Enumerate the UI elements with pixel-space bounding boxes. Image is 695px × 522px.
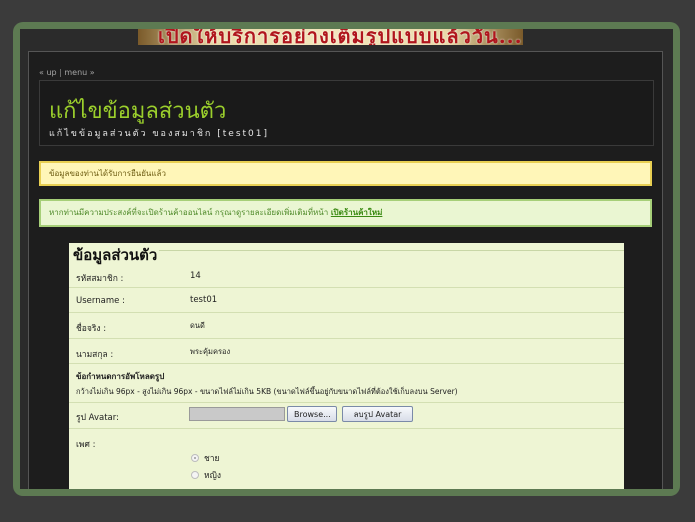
firstname-row: ชื่อจริง : ดนดี — [69, 313, 624, 339]
banner-text: เปิดให้บริการอย่างเต็มรูปแบบแล้ววัน... — [158, 29, 523, 45]
gender-male-radio[interactable] — [191, 454, 199, 462]
member-id-row: รหัสสมาชิก : 14 — [69, 263, 624, 288]
main-content: « up | menu » แก้ไขข้อมูลส่วนตัว แก้ไขข้… — [28, 51, 663, 489]
member-id-value: 14 — [190, 271, 201, 281]
avatar-file-input[interactable] — [189, 407, 285, 421]
upload-note-title: ข้อกำหนดการอัพโหลดรูป — [76, 372, 165, 381]
browse-button[interactable]: Browse... — [287, 406, 337, 422]
page-subtitle: แก้ไขข้อมูลส่วนตัว ของสมาชิก [test01] — [49, 129, 270, 139]
member-id-label: รหัสสมาชิก : — [76, 274, 124, 284]
gender-female-radio[interactable] — [191, 471, 199, 479]
delete-avatar-button[interactable]: ลบรูป Avatar — [342, 406, 413, 422]
lastname-value: พระคุ้มครอง — [190, 347, 231, 356]
top-nav: « up | menu » — [39, 68, 95, 77]
gender-female-label: หญิง — [204, 471, 221, 481]
avatar-row: รูป Avatar: Browse... ลบรูป Avatar — [69, 403, 624, 429]
window-frame: เปิดให้บริการอย่างเต็มรูปแบบแล้ววัน... «… — [13, 22, 680, 496]
lastname-row: นามสกุล : พระคุ้มครอง — [69, 339, 624, 364]
confirmation-notice: ข้อมูลของท่านได้รับการยืนยันแล้ว — [39, 161, 652, 186]
username-row: Username : test01 — [69, 288, 624, 313]
gender-male-label: ชาย — [204, 454, 220, 464]
profile-form: ข้อมูลส่วนตัว รหัสสมาชิก : 14 Username :… — [69, 243, 624, 489]
confirmation-text: ข้อมูลของท่านได้รับการยืนยันแล้ว — [49, 169, 166, 178]
nav-separator: | — [59, 68, 62, 77]
firstname-label: ชื่อจริง : — [76, 324, 107, 334]
page-header: แก้ไขข้อมูลส่วนตัว แก้ไขข้อมูลส่วนตัว ขอ… — [39, 80, 654, 146]
page-title: แก้ไขข้อมูลส่วนตัว — [49, 99, 227, 124]
page-container: เปิดให้บริการอย่างเต็มรูปแบบแล้ววัน... «… — [20, 29, 673, 489]
lastname-label: นามสกุล : — [76, 350, 114, 360]
gender-row: เพศ : ชาย หญิง — [69, 429, 624, 489]
fieldset-border — [156, 250, 624, 251]
nav-up-link[interactable]: « up — [39, 68, 57, 77]
firstname-value: ดนดี — [190, 321, 205, 330]
username-value: test01 — [190, 295, 218, 305]
username-label: Username : — [76, 296, 125, 306]
upload-note-text: กว้างไม่เกิน 96px - สูงไม่เกิน 96px - ขน… — [76, 387, 458, 396]
open-shop-text: หากท่านมีความประสงค์ที่จะเปิดร้านค้าออนไ… — [49, 208, 331, 217]
open-shop-link[interactable]: เปิดร้านค้าใหม่ — [331, 208, 383, 217]
open-shop-notice: หากท่านมีความประสงค์ที่จะเปิดร้านค้าออนไ… — [39, 199, 652, 227]
upload-note-row: ข้อกำหนดการอัพโหลดรูป กว้างไม่เกิน 96px … — [69, 364, 624, 403]
nav-menu-link[interactable]: menu » — [64, 68, 94, 77]
site-banner: เปิดให้บริการอย่างเต็มรูปแบบแล้ววัน... — [138, 29, 523, 45]
gender-label: เพศ : — [76, 440, 96, 450]
avatar-label: รูป Avatar: — [76, 413, 119, 423]
